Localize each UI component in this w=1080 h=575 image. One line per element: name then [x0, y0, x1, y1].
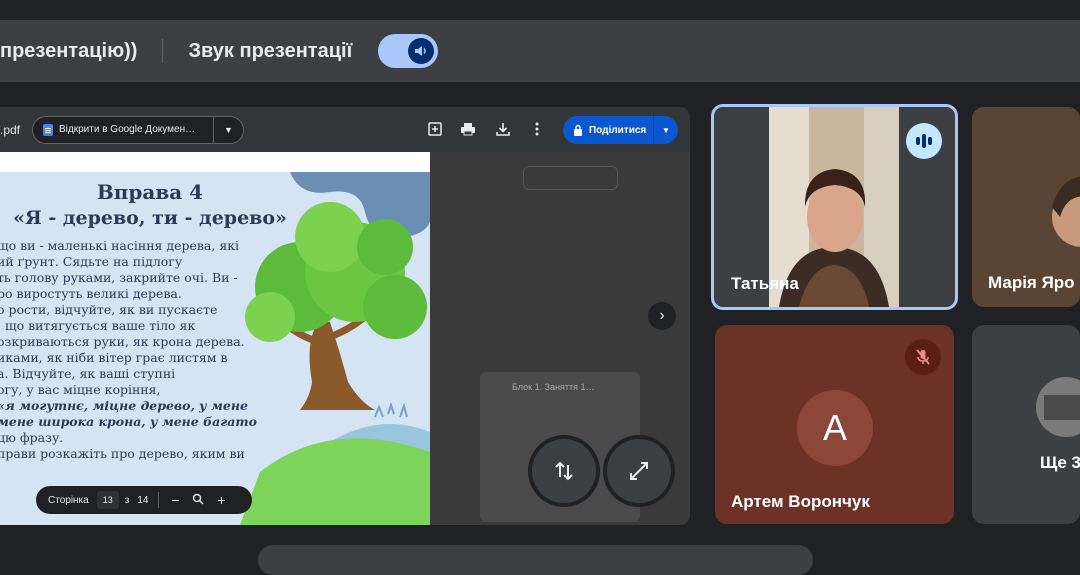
zoom-in-button[interactable]: + [214, 492, 228, 508]
file-name: .pdf [0, 122, 21, 137]
download-icon[interactable] [494, 120, 512, 138]
participant-name: Татьяна [731, 274, 799, 293]
next-page-button[interactable]: › [648, 302, 676, 330]
page-controls: Сторінка 13 з 14 − + [36, 486, 252, 514]
slide-body: що ви - маленькі насіння дерева, які ий … [0, 238, 257, 462]
slide-line: що ви - маленькі насіння дерева, які [0, 238, 240, 253]
more-participants-label: Ще 3 [1040, 453, 1080, 472]
slide-line: ий ґрунт. Сядьте на підлогу [0, 254, 183, 269]
slide-line-emphasis: «я могутнє, міцне дерево, у мене [0, 398, 248, 413]
banner-divider [162, 39, 164, 63]
expand-icon [630, 462, 648, 480]
share-dropdown-icon[interactable]: ▼ [653, 116, 678, 144]
more-options-icon[interactable] [528, 120, 546, 138]
swap-icon [555, 461, 573, 481]
add-comment-icon[interactable] [426, 120, 444, 138]
top-strip [0, 0, 1080, 20]
slide-line: озкриваються руки, як крона дерева. [0, 334, 245, 349]
swap-layout-button[interactable] [532, 439, 596, 503]
thumbnail-title: Блок 1. Заняття 1… [512, 382, 595, 392]
zoom-out-button[interactable]: − [168, 492, 182, 508]
slide-line: иками, як ніби вітер грає листям в [0, 350, 228, 365]
slide: Вправа 4 «Я - дерево, ти - дерево» що ви… [0, 152, 430, 525]
slide-line: о рости, відчуйте, як ви пускаєте [0, 302, 218, 317]
slide-line: цю фразу. [0, 430, 64, 445]
participant-tile-more[interactable]: Ще 3 [972, 325, 1080, 524]
slide-line: ро виростуть великі дерева. [0, 286, 182, 301]
page-of-label: з [124, 494, 130, 506]
zoom-icon[interactable] [191, 492, 205, 508]
share-label: Поділитися [589, 124, 647, 136]
share-button[interactable]: Поділитися ▼ [563, 116, 678, 144]
open-in-label: Відкрити в Google Докумен… [59, 124, 196, 135]
presenting-label: презентацію)) [0, 39, 138, 62]
sound-label: Звук презентації [188, 39, 353, 62]
presentation-banner: презентацію)) Звук презентації [0, 20, 1080, 82]
google-docs-icon [43, 123, 53, 136]
bottom-control-bar [258, 545, 813, 575]
lock-icon [574, 124, 582, 136]
participant-name: Артем Ворончук [731, 492, 870, 511]
slide-line: прави розкажіть про дерево, яким ви [0, 446, 245, 461]
print-icon[interactable] [459, 120, 477, 138]
open-in-docs-button[interactable]: Відкрити в Google Докумен… ▼ [32, 115, 244, 144]
avatar: A [797, 390, 873, 466]
participant-name: Марія Яро [988, 273, 1075, 292]
slide-line: огу, у вас міцне коріння, [0, 382, 161, 397]
participant-thumbnail [1036, 377, 1080, 437]
slide-line: а. Відчуйте, як ваші ступні [0, 366, 176, 381]
participant-tile-artem[interactable]: A Артем Ворончук [715, 325, 954, 524]
divider [158, 492, 160, 508]
chevron-down-icon[interactable]: ▼ [213, 116, 243, 143]
slide-title: Вправа 4 [96, 180, 204, 204]
participant-tile-tatiana[interactable]: Татьяна [711, 104, 958, 310]
speaking-indicator-icon [906, 123, 942, 159]
slide-subtitle: «Я - дерево, ти - дерево» [13, 207, 287, 229]
pdf-page: Вправа 4 «Я - дерево, ти - дерево» що ви… [0, 152, 430, 525]
volume-icon [408, 38, 435, 64]
sound-toggle[interactable] [378, 34, 439, 68]
view-toggle [523, 166, 618, 190]
fullscreen-button[interactable] [607, 439, 671, 503]
pdf-toolbar: .pdf Відкрити в Google Докумен… ▼ Поділи… [0, 107, 690, 152]
page-total: 14 [137, 494, 149, 506]
participant-tile-maria[interactable]: Марія Яро [972, 107, 1080, 307]
page-number-input[interactable]: 13 [96, 491, 119, 509]
slide-line: ть голову руками, закрийте очі. Ви - [0, 270, 238, 285]
slide-line: , що витягується ваше тіло як [0, 318, 196, 333]
page-label: Сторінка [48, 494, 89, 506]
mic-off-icon [905, 339, 941, 375]
slide-line-emphasis: мене широка крона, у мене багато [0, 414, 257, 429]
